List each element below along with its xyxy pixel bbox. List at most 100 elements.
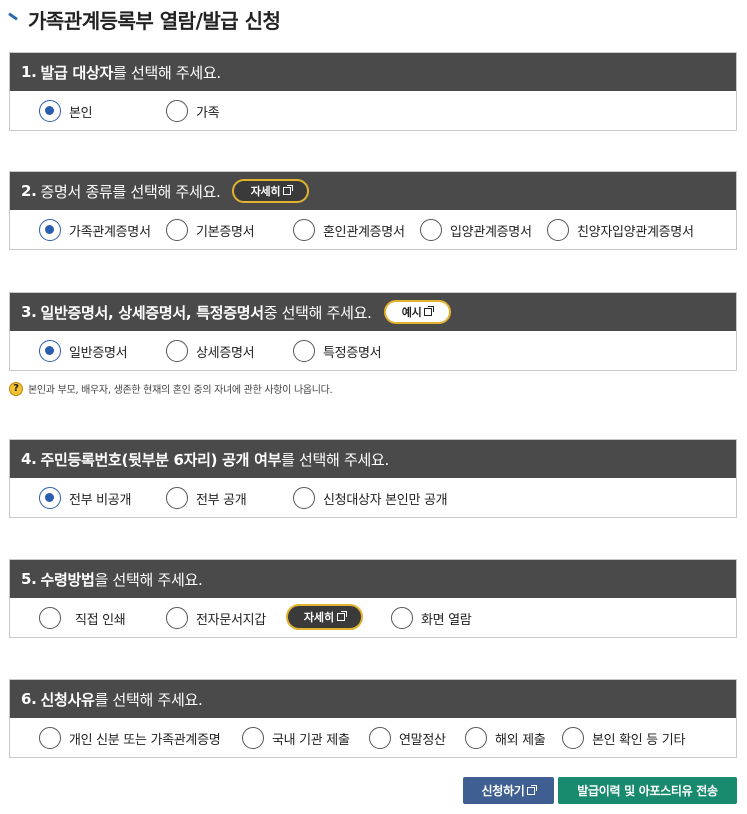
- section-resident-number: 4. 주민등록번호(뒷부분 6자리) 공개 여부 를 선택해 주세요. 전부 비…: [9, 439, 737, 518]
- radio-icon[interactable]: [369, 727, 391, 749]
- radio-option[interactable]: 신청대상자 본인만 공개: [293, 487, 448, 509]
- section-title-strong: 수령방법: [40, 570, 95, 589]
- detail-button-label: 자세히: [303, 611, 335, 624]
- radio-option[interactable]: 개인 신분 또는 가족관계증명: [39, 727, 221, 749]
- section-number: 4.: [21, 450, 37, 468]
- section-title-strong: 신청사유: [40, 690, 95, 709]
- section-title-rest: 증명서 종류를 선택해 주세요.: [40, 182, 221, 201]
- title-mark-icon: [6, 12, 20, 26]
- radio-option[interactable]: 직접 인쇄: [39, 607, 126, 629]
- detail-button-label: 자세히: [250, 185, 281, 198]
- radio-icon[interactable]: [39, 727, 61, 749]
- example-button-label: 예시: [401, 306, 422, 319]
- radio-icon[interactable]: [293, 487, 315, 509]
- option-label: 직접 인쇄: [75, 612, 126, 628]
- radio-icon[interactable]: [420, 219, 442, 241]
- apply-button-label: 신청하기: [481, 784, 525, 798]
- section-title-rest: 를 선택해 주세요.: [94, 690, 203, 709]
- radio-icon[interactable]: [547, 219, 569, 241]
- radio-icon[interactable]: [293, 340, 315, 362]
- radio-checked-icon[interactable]: [39, 219, 61, 241]
- radio-option[interactable]: 친양자입양관계증명서: [547, 219, 694, 241]
- radio-option[interactable]: 화면 열람: [391, 607, 472, 629]
- radio-option[interactable]: 전부 공개: [166, 487, 247, 509]
- external-link-icon: [527, 784, 538, 795]
- radio-option[interactable]: 본인 확인 등 기타: [562, 727, 685, 749]
- radio-option[interactable]: 해외 제출: [465, 727, 546, 749]
- option-label: 전자문서지갑: [196, 612, 266, 628]
- radio-option[interactable]: 가족관계증명서: [39, 219, 151, 241]
- radio-icon[interactable]: [562, 727, 584, 749]
- section-title-rest: 을 선택해 주세요.: [94, 570, 203, 589]
- radio-icon[interactable]: [242, 727, 264, 749]
- send-history-apostille-button[interactable]: 발급이력 및 아포스티유 전송: [558, 777, 737, 804]
- radio-option[interactable]: 가족: [166, 100, 220, 122]
- radio-option[interactable]: 본인: [39, 100, 93, 122]
- radio-checked-icon[interactable]: [39, 340, 61, 362]
- radio-checked-icon[interactable]: [39, 487, 61, 509]
- section-number: 6.: [21, 690, 37, 708]
- section-number: 2.: [21, 182, 37, 200]
- section-title-strong: 주민등록번호(뒷부분 6자리) 공개 여부: [40, 450, 282, 469]
- radio-icon[interactable]: [293, 219, 315, 241]
- option-label: 입양관계증명서: [450, 224, 532, 240]
- radio-icon[interactable]: [391, 607, 413, 629]
- radio-option[interactable]: 입양관계증명서: [420, 219, 532, 241]
- apply-button[interactable]: 신청하기: [463, 777, 554, 804]
- section-number: 3.: [21, 303, 37, 321]
- section-header: 4. 주민등록번호(뒷부분 6자리) 공개 여부 를 선택해 주세요.: [10, 440, 736, 478]
- help-note: ? 본인과 부모, 배우자, 생존한 현재의 혼인 중의 자녀에 관한 사항이 …: [9, 381, 333, 396]
- detail-button[interactable]: 자세히: [286, 604, 363, 630]
- section-options: 일반증명서 상세증명서 특정증명서: [10, 331, 736, 370]
- option-label: 신청대상자 본인만 공개: [323, 492, 448, 508]
- option-label: 본인 확인 등 기타: [592, 732, 686, 748]
- radio-option[interactable]: 특정증명서: [293, 340, 382, 362]
- section-options: 가족관계증명서 기본증명서 혼인관계증명서 입양관계증명서 친양자입양관계증명서: [10, 210, 736, 249]
- external-link-icon: [283, 185, 294, 195]
- section-header: 3. 일반증명서, 상세증명서, 특정증명서 중 선택해 주세요. 예시: [10, 293, 736, 331]
- section-title-strong: 발급 대상자: [40, 63, 114, 82]
- option-label: 본인: [69, 105, 93, 121]
- radio-icon[interactable]: [166, 219, 188, 241]
- radio-option[interactable]: 일반증명서: [39, 340, 128, 362]
- section-title-rest: 중 선택해 주세요.: [263, 303, 372, 322]
- example-button[interactable]: 예시: [383, 300, 451, 324]
- radio-icon[interactable]: [465, 727, 487, 749]
- radio-option[interactable]: 기본증명서: [166, 219, 255, 241]
- external-link-icon: [337, 611, 348, 621]
- section-header: 5. 수령방법 을 선택해 주세요.: [10, 560, 736, 598]
- option-label: 가족: [196, 105, 220, 121]
- section-target: 1. 발급 대상자 를 선택해 주세요. 본인 가족: [9, 52, 737, 131]
- option-label: 해외 제출: [495, 732, 546, 748]
- section-options: 개인 신분 또는 가족관계증명 국내 기관 제출 연말정산 해외 제출 본인 확…: [10, 718, 736, 757]
- section-options: 본인 가족: [10, 91, 736, 130]
- radio-icon[interactable]: [39, 607, 61, 629]
- option-label: 전부 비공개: [69, 492, 132, 508]
- detail-button[interactable]: 자세히: [232, 179, 310, 203]
- radio-icon[interactable]: [166, 340, 188, 362]
- radio-option[interactable]: 전부 비공개: [39, 487, 131, 509]
- radio-option[interactable]: 상세증명서: [166, 340, 255, 362]
- section-receipt-method: 5. 수령방법 을 선택해 주세요. 직접 인쇄 전자문서지갑 자세히 화면 열…: [9, 559, 737, 638]
- section-certificate-type: 2. 증명서 종류를 선택해 주세요. 자세히 가족관계증명서 기본증명서 혼인…: [9, 171, 737, 250]
- radio-checked-icon[interactable]: [39, 100, 61, 122]
- section-number: 1.: [21, 63, 37, 81]
- section-reason: 6. 신청사유 를 선택해 주세요. 개인 신분 또는 가족관계증명 국내 기관…: [9, 679, 737, 758]
- radio-option[interactable]: 연말정산: [369, 727, 446, 749]
- option-label: 기본증명서: [196, 224, 255, 240]
- section-certificate-scope: 3. 일반증명서, 상세증명서, 특정증명서 중 선택해 주세요. 예시 일반증…: [9, 292, 737, 371]
- radio-icon[interactable]: [166, 100, 188, 122]
- radio-option[interactable]: 전자문서지갑: [166, 607, 266, 629]
- external-link-icon: [424, 306, 435, 316]
- section-options: 직접 인쇄 전자문서지갑 자세히 화면 열람: [10, 598, 736, 637]
- option-label: 연말정산: [399, 732, 446, 748]
- option-label: 특정증명서: [323, 345, 382, 361]
- option-label: 국내 기관 제출: [272, 732, 350, 748]
- option-label: 전부 공개: [196, 492, 247, 508]
- radio-option[interactable]: 국내 기관 제출: [242, 727, 350, 749]
- radio-option[interactable]: 혼인관계증명서: [293, 219, 405, 241]
- section-title-rest: 를 선택해 주세요.: [112, 63, 221, 82]
- radio-icon[interactable]: [166, 487, 188, 509]
- section-number: 5.: [21, 570, 37, 588]
- radio-icon[interactable]: [166, 607, 188, 629]
